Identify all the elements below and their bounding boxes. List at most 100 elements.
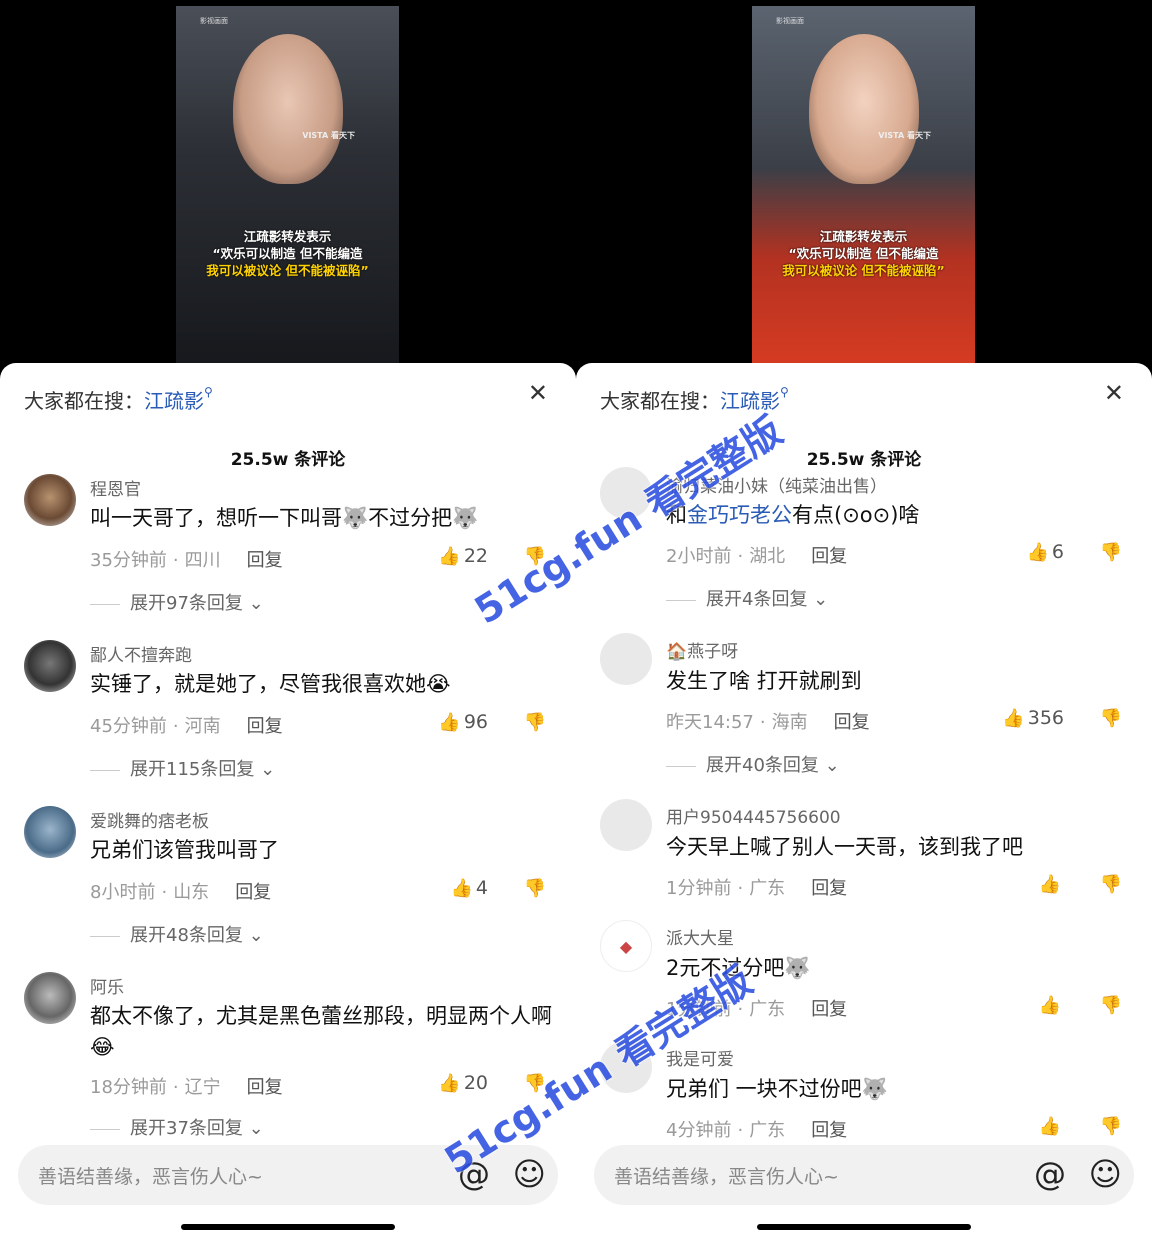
comment-author[interactable]: 用户9504445756600	[666, 803, 841, 828]
comment-author[interactable]: 阿乐	[90, 973, 124, 998]
expand-replies-button[interactable]: 展开48条回复 ⌄	[90, 921, 264, 947]
comment-count: 25.5w 条评论	[230, 450, 346, 470]
comment-meta: 2小时前 · 湖北 回复	[666, 546, 848, 567]
video-player[interactable]: 影视画面 VISTA 看天下 江疏影转发表示 “欢乐可以制造 但不能编造 我可以…	[176, 6, 399, 366]
caption-line: 江疏影转发表示	[243, 229, 332, 244]
caption-line-highlight: 我可以被议论 但不能被诬陷”	[206, 263, 369, 278]
search-keyword-link[interactable]: 江疏影	[720, 389, 780, 413]
like-button[interactable]: 👍 4	[450, 877, 488, 899]
comment-author[interactable]: 我是可爱	[666, 1045, 734, 1070]
comment-meta: 昨天14:57 · 海南 回复	[666, 712, 870, 733]
expand-replies-button[interactable]: 展开115条回复 ⌄	[90, 755, 275, 781]
emoji-icon[interactable]: ☺	[513, 1155, 546, 1193]
like-button[interactable]: 👍	[1039, 1115, 1064, 1137]
like-button[interactable]: 👍 6	[1026, 541, 1064, 563]
thumbs-down-icon[interactable]: 👎	[1100, 708, 1122, 729]
avatar[interactable]	[24, 806, 76, 858]
search-icon: ⚲	[780, 385, 789, 399]
reply-button[interactable]: 回复	[811, 546, 847, 567]
comment-composer[interactable]: 善语结善缘，恶言伤人心~ @ ☺	[594, 1145, 1134, 1205]
like-count: 6	[1051, 541, 1064, 563]
reply-button[interactable]: 回复	[811, 1120, 847, 1141]
expand-replies-button[interactable]: 展开37条回复 ⌄	[90, 1114, 264, 1140]
comment-sheet: 大家都在搜：江疏影⚲ ✕ 25.5w 条评论 渝归菜油小妹（纯菜油出售） 和金巧…	[576, 363, 1152, 1239]
thumbs-down-icon[interactable]: 👎	[524, 1073, 546, 1094]
avatar[interactable]	[24, 474, 76, 526]
avatar[interactable]	[24, 972, 76, 1024]
search-keyword-link[interactable]: 江疏影	[144, 389, 204, 413]
comment-location: 广东	[749, 878, 786, 899]
at-icon[interactable]: @	[1034, 1155, 1066, 1193]
thumbs-down-icon[interactable]: 👎	[524, 546, 546, 567]
avatar[interactable]	[600, 799, 652, 851]
comment-author[interactable]: 鄙人不擅奔跑	[90, 641, 192, 666]
comment-author[interactable]: 派大大星	[666, 924, 734, 949]
like-button[interactable]: 👍	[1039, 994, 1064, 1016]
comment-input-placeholder[interactable]: 善语结善缘，恶言伤人心~	[38, 1162, 263, 1189]
expand-replies-button[interactable]: 展开40条回复 ⌄	[666, 751, 840, 777]
thumbs-down-icon[interactable]: 👎	[1100, 1116, 1122, 1137]
comment-meta: 35分钟前 · 四川 回复	[90, 550, 283, 571]
avatar[interactable]	[600, 467, 652, 519]
thumbs-down-icon[interactable]: 👎	[1100, 995, 1122, 1016]
thumbs-up-icon: 👍	[438, 712, 461, 733]
search-prefix: 大家都在搜：	[24, 389, 144, 413]
reply-button[interactable]: 回复	[235, 882, 271, 903]
trending-search[interactable]: 大家都在搜：江疏影⚲	[600, 385, 789, 414]
like-button[interactable]: 👍 96	[438, 711, 488, 733]
thumbs-down-icon[interactable]: 👎	[1100, 542, 1122, 563]
video-player[interactable]: 影视画面 VISTA 看天下 江疏影转发表示 “欢乐可以制造 但不能编造 我可以…	[752, 6, 975, 366]
thumbs-down-icon[interactable]: 👎	[524, 878, 546, 899]
comment-text: 2元不过分吧🐺	[666, 956, 811, 980]
expand-label: 展开97条回复	[130, 593, 243, 614]
avatar[interactable]	[24, 640, 76, 692]
thumbs-up-icon: 👍	[438, 1073, 461, 1094]
like-button[interactable]: 👍 20	[438, 1072, 488, 1094]
like-button[interactable]: 👍 22	[438, 545, 488, 567]
comment-location: 广东	[749, 999, 786, 1020]
home-indicator	[181, 1224, 395, 1230]
reply-button[interactable]: 回复	[247, 550, 283, 571]
reply-button[interactable]: 回复	[834, 712, 870, 733]
comment-meta: 8小时前 · 山东 回复	[90, 882, 272, 903]
close-icon[interactable]: ✕	[1104, 379, 1124, 407]
comment-time: 昨天14:57	[666, 712, 754, 733]
avatar[interactable]	[600, 1041, 652, 1093]
close-icon[interactable]: ✕	[528, 379, 548, 407]
comment-location: 山东	[173, 882, 210, 903]
avatar[interactable]: ◆	[600, 920, 652, 972]
comment-time: 35分钟前	[90, 550, 167, 571]
like-count: 4	[475, 877, 488, 899]
expand-replies-button[interactable]: 展开4条回复 ⌄	[666, 585, 828, 611]
expand-label: 展开40条回复	[706, 755, 819, 776]
thumbs-up-icon: 👍	[1026, 542, 1049, 563]
thumbs-down-icon[interactable]: 👎	[524, 712, 546, 733]
at-icon[interactable]: @	[458, 1155, 490, 1193]
comment-composer[interactable]: 善语结善缘，恶言伤人心~ @ ☺	[18, 1145, 558, 1205]
caption-line: “欢乐可以制造 但不能编造	[212, 246, 363, 261]
emoji-icon[interactable]: ☺	[1089, 1155, 1122, 1193]
left-panel: 影视画面 VISTA 看天下 江疏影转发表示 “欢乐可以制造 但不能编造 我可以…	[0, 0, 576, 1239]
comment-author[interactable]: 渝归菜油小妹（纯菜油出售）	[666, 472, 887, 497]
reply-button[interactable]: 回复	[247, 1077, 283, 1098]
caption-line-highlight: 我可以被议论 但不能被诬陷”	[782, 263, 945, 278]
mention-link[interactable]: 金巧巧老公	[687, 503, 792, 527]
trending-search[interactable]: 大家都在搜：江疏影⚲	[24, 385, 213, 414]
thumbs-down-icon[interactable]: 👎	[1100, 874, 1122, 895]
comment-author[interactable]: 爱跳舞的痞老板	[90, 807, 209, 832]
like-button[interactable]: 👍 356	[1002, 707, 1064, 729]
text-suffix: 有点(⊙o⊙)啥	[792, 503, 920, 527]
comment-author[interactable]: 程恩官	[90, 475, 141, 500]
reply-button[interactable]: 回复	[811, 878, 847, 899]
video-watermark: 影视画面	[200, 17, 228, 25]
like-button[interactable]: 👍	[1039, 873, 1064, 895]
expand-replies-button[interactable]: 展开97条回复 ⌄	[90, 589, 264, 615]
comment-author[interactable]: 🏠燕子呀	[666, 637, 738, 662]
comment-location: 海南	[771, 712, 808, 733]
reply-button[interactable]: 回复	[247, 716, 283, 737]
thumbs-up-icon: 👍	[450, 878, 473, 899]
comment-location: 湖北	[749, 546, 786, 567]
comment-input-placeholder[interactable]: 善语结善缘，恶言伤人心~	[614, 1162, 839, 1189]
avatar[interactable]	[600, 633, 652, 685]
reply-button[interactable]: 回复	[811, 999, 847, 1020]
